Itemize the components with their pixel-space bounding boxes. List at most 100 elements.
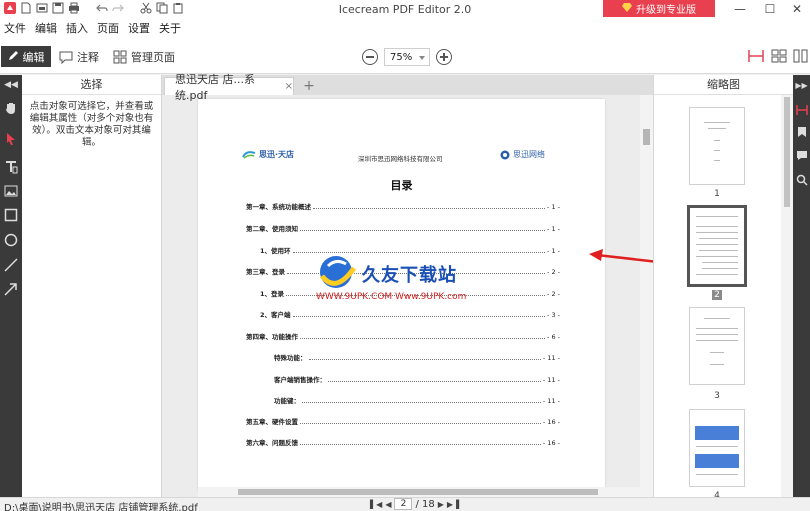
cut-icon[interactable] — [140, 2, 152, 14]
thumbnails-scrollbar[interactable] — [781, 95, 793, 497]
ellipse-tool-icon[interactable] — [3, 232, 19, 248]
save-icon[interactable] — [52, 2, 64, 14]
thumbnails-view-icon[interactable] — [795, 103, 808, 116]
page-thumbnail[interactable] — [689, 409, 745, 487]
zoom-value: 75% — [390, 51, 413, 63]
menu-file[interactable]: 文件 — [4, 20, 26, 36]
toc-row: 第五章、硬件设置 - 16 - — [246, 418, 560, 426]
close-window-button[interactable]: ✕ — [782, 0, 810, 18]
toc-row: 客户端销售操作： - 11 - — [274, 376, 560, 384]
minimize-button[interactable]: — — [725, 0, 755, 18]
page-thumbnail[interactable] — [689, 307, 745, 385]
thumbnail-page-number: 3 — [714, 391, 720, 401]
arrow-tool-icon[interactable] — [3, 281, 19, 297]
watermark-text: 久友下载站 — [362, 264, 457, 286]
panel-title: 选择 — [22, 75, 161, 95]
upgrade-label: 升级到专业版 — [636, 5, 696, 16]
title-bar: Icecream PDF Editor 2.0 升级到专业版 — ☐ ✕ — [0, 0, 810, 18]
maximize-button[interactable]: ☐ — [755, 0, 785, 18]
document-vertical-scrollbar[interactable] — [640, 95, 653, 497]
quick-access-toolbar — [4, 2, 184, 14]
thumbnail-page-number: 2 — [712, 290, 722, 300]
page-thumbnail-selected[interactable] — [687, 205, 747, 287]
document-horizontal-scrollbar[interactable] — [198, 487, 640, 497]
main-toolbar: 编辑 注释 管理页面 75% — [0, 38, 810, 74]
left-tool-rail: ◀◀ — [0, 75, 22, 497]
page-thumbnail[interactable] — [689, 107, 745, 185]
panel-hint-text: 点击对象可选择它，并查看或编辑其属性（对多个对象也有效）。双击文本对象可对其编辑… — [29, 101, 154, 148]
menu-about[interactable]: 关于 — [159, 20, 181, 36]
single-page-view-icon[interactable] — [748, 49, 764, 63]
page-company-name: 深圳市思迅网络科技有限公司 — [358, 155, 443, 163]
line-tool-icon[interactable] — [3, 257, 19, 273]
search-icon[interactable] — [795, 173, 808, 186]
upgrade-pro-button[interactable]: 升级到专业版 — [603, 0, 715, 17]
menu-insert[interactable]: 插入 — [66, 20, 88, 36]
vertical-scroll-thumb[interactable] — [643, 129, 650, 145]
menu-bar: 文件 编辑 插入 页面 设置 关于 — [0, 18, 810, 38]
thumbnails-panel: 缩略图 1 2 3 4 — [653, 75, 793, 501]
document-tab[interactable]: 思迅天店 店...系统.pdf × — [164, 73, 294, 102]
paste-icon[interactable] — [172, 2, 184, 14]
zoom-in-icon[interactable] — [436, 49, 452, 65]
manage-pages-button[interactable]: 管理页面 — [113, 49, 175, 65]
horizontal-scroll-thumb[interactable] — [238, 489, 598, 495]
continuous-view-icon[interactable] — [793, 49, 809, 63]
last-page-icon[interactable]: ▶▐ — [447, 500, 459, 509]
redo-icon[interactable] — [112, 2, 124, 14]
document-tab-label: 思迅天店 店...系统.pdf — [175, 72, 255, 102]
comments-list-icon[interactable] — [795, 149, 808, 162]
hand-tool-icon[interactable] — [3, 100, 19, 116]
first-page-icon[interactable]: ▌◀ — [370, 500, 382, 509]
edit-mode-button[interactable]: 编辑 — [1, 46, 51, 67]
menu-settings[interactable]: 设置 — [128, 20, 150, 36]
close-tab-icon[interactable]: × — [285, 81, 293, 92]
collapse-left-panel-icon[interactable]: ◀◀ — [0, 75, 22, 95]
two-page-view-icon[interactable] — [771, 49, 787, 63]
copy-icon[interactable] — [156, 2, 168, 14]
toc-row: 第六章、问题反馈 - 16 - — [246, 439, 560, 447]
menu-edit[interactable]: 编辑 — [35, 20, 57, 36]
zoom-select[interactable]: 75% — [384, 48, 430, 66]
menu-page[interactable]: 页面 — [97, 20, 119, 36]
comment-icon — [59, 51, 73, 64]
text-tool-icon[interactable] — [3, 159, 19, 175]
prev-page-icon[interactable]: ◀ — [385, 500, 391, 509]
toc-row: 第二章、使用须知 - 1 - — [246, 225, 560, 233]
undo-icon[interactable] — [96, 2, 108, 14]
file-path: D:\桌面\说明书\思迅天店 店铺管理系统.pdf — [4, 503, 198, 511]
expand-right-panel-icon[interactable]: ▶▶ — [795, 79, 808, 92]
thumbnails-title: 缩略图 — [654, 75, 793, 95]
page-logo-left: 思迅·天店 — [242, 149, 294, 160]
thumbnails-scroll-thumb[interactable] — [784, 97, 790, 207]
next-page-icon[interactable]: ▶ — [438, 500, 444, 509]
toc-row: 功能键： - 11 - — [274, 397, 560, 405]
current-page-input[interactable]: 2 — [394, 498, 413, 510]
toc-row: 特殊功能： - 11 - — [274, 354, 560, 362]
new-tab-icon[interactable]: + — [299, 78, 319, 94]
document-area: 思迅天店 店...系统.pdf × + 思迅·天店 深圳市思迅网络科技有限公司 … — [162, 73, 653, 497]
thumbnail-page-number: 1 — [714, 189, 720, 199]
image-tool-icon[interactable] — [3, 183, 19, 199]
toc-row: 第一章、系统功能概述 - 1 - — [246, 203, 560, 211]
select-arrow-icon[interactable] — [3, 131, 19, 147]
pdf-page[interactable]: 思迅·天店 深圳市思迅网络科技有限公司 思迅网络 目录 第一章、系统功能概述 - … — [198, 99, 605, 491]
annotate-mode-label: 注释 — [77, 51, 99, 64]
page-logo-right: 思迅网络 — [500, 149, 545, 160]
status-bar: D:\桌面\说明书\思迅天店 店铺管理系统.pdf ▌◀ ◀ 2 / 18 ▶ … — [0, 497, 810, 511]
new-document-icon[interactable] — [20, 2, 32, 14]
zoom-out-icon[interactable] — [362, 49, 378, 65]
pages-grid-icon — [113, 50, 127, 64]
toc-title: 目录 — [390, 179, 413, 192]
watermark-logo-icon — [316, 254, 358, 293]
bookmark-icon[interactable] — [795, 125, 808, 138]
open-file-icon[interactable] — [36, 2, 48, 14]
properties-panel: 选择 点击对象可选择它，并查看或编辑其属性（对多个对象也有效）。双击文本对象可对… — [22, 75, 162, 497]
diamond-icon — [622, 2, 632, 15]
annotate-mode-button[interactable]: 注释 — [59, 49, 99, 65]
edit-mode-label: 编辑 — [22, 50, 45, 64]
print-icon[interactable] — [68, 2, 80, 14]
right-tool-rail: ▶▶ — [793, 75, 810, 497]
rectangle-tool-icon[interactable] — [3, 207, 19, 223]
app-logo-icon — [4, 2, 16, 14]
